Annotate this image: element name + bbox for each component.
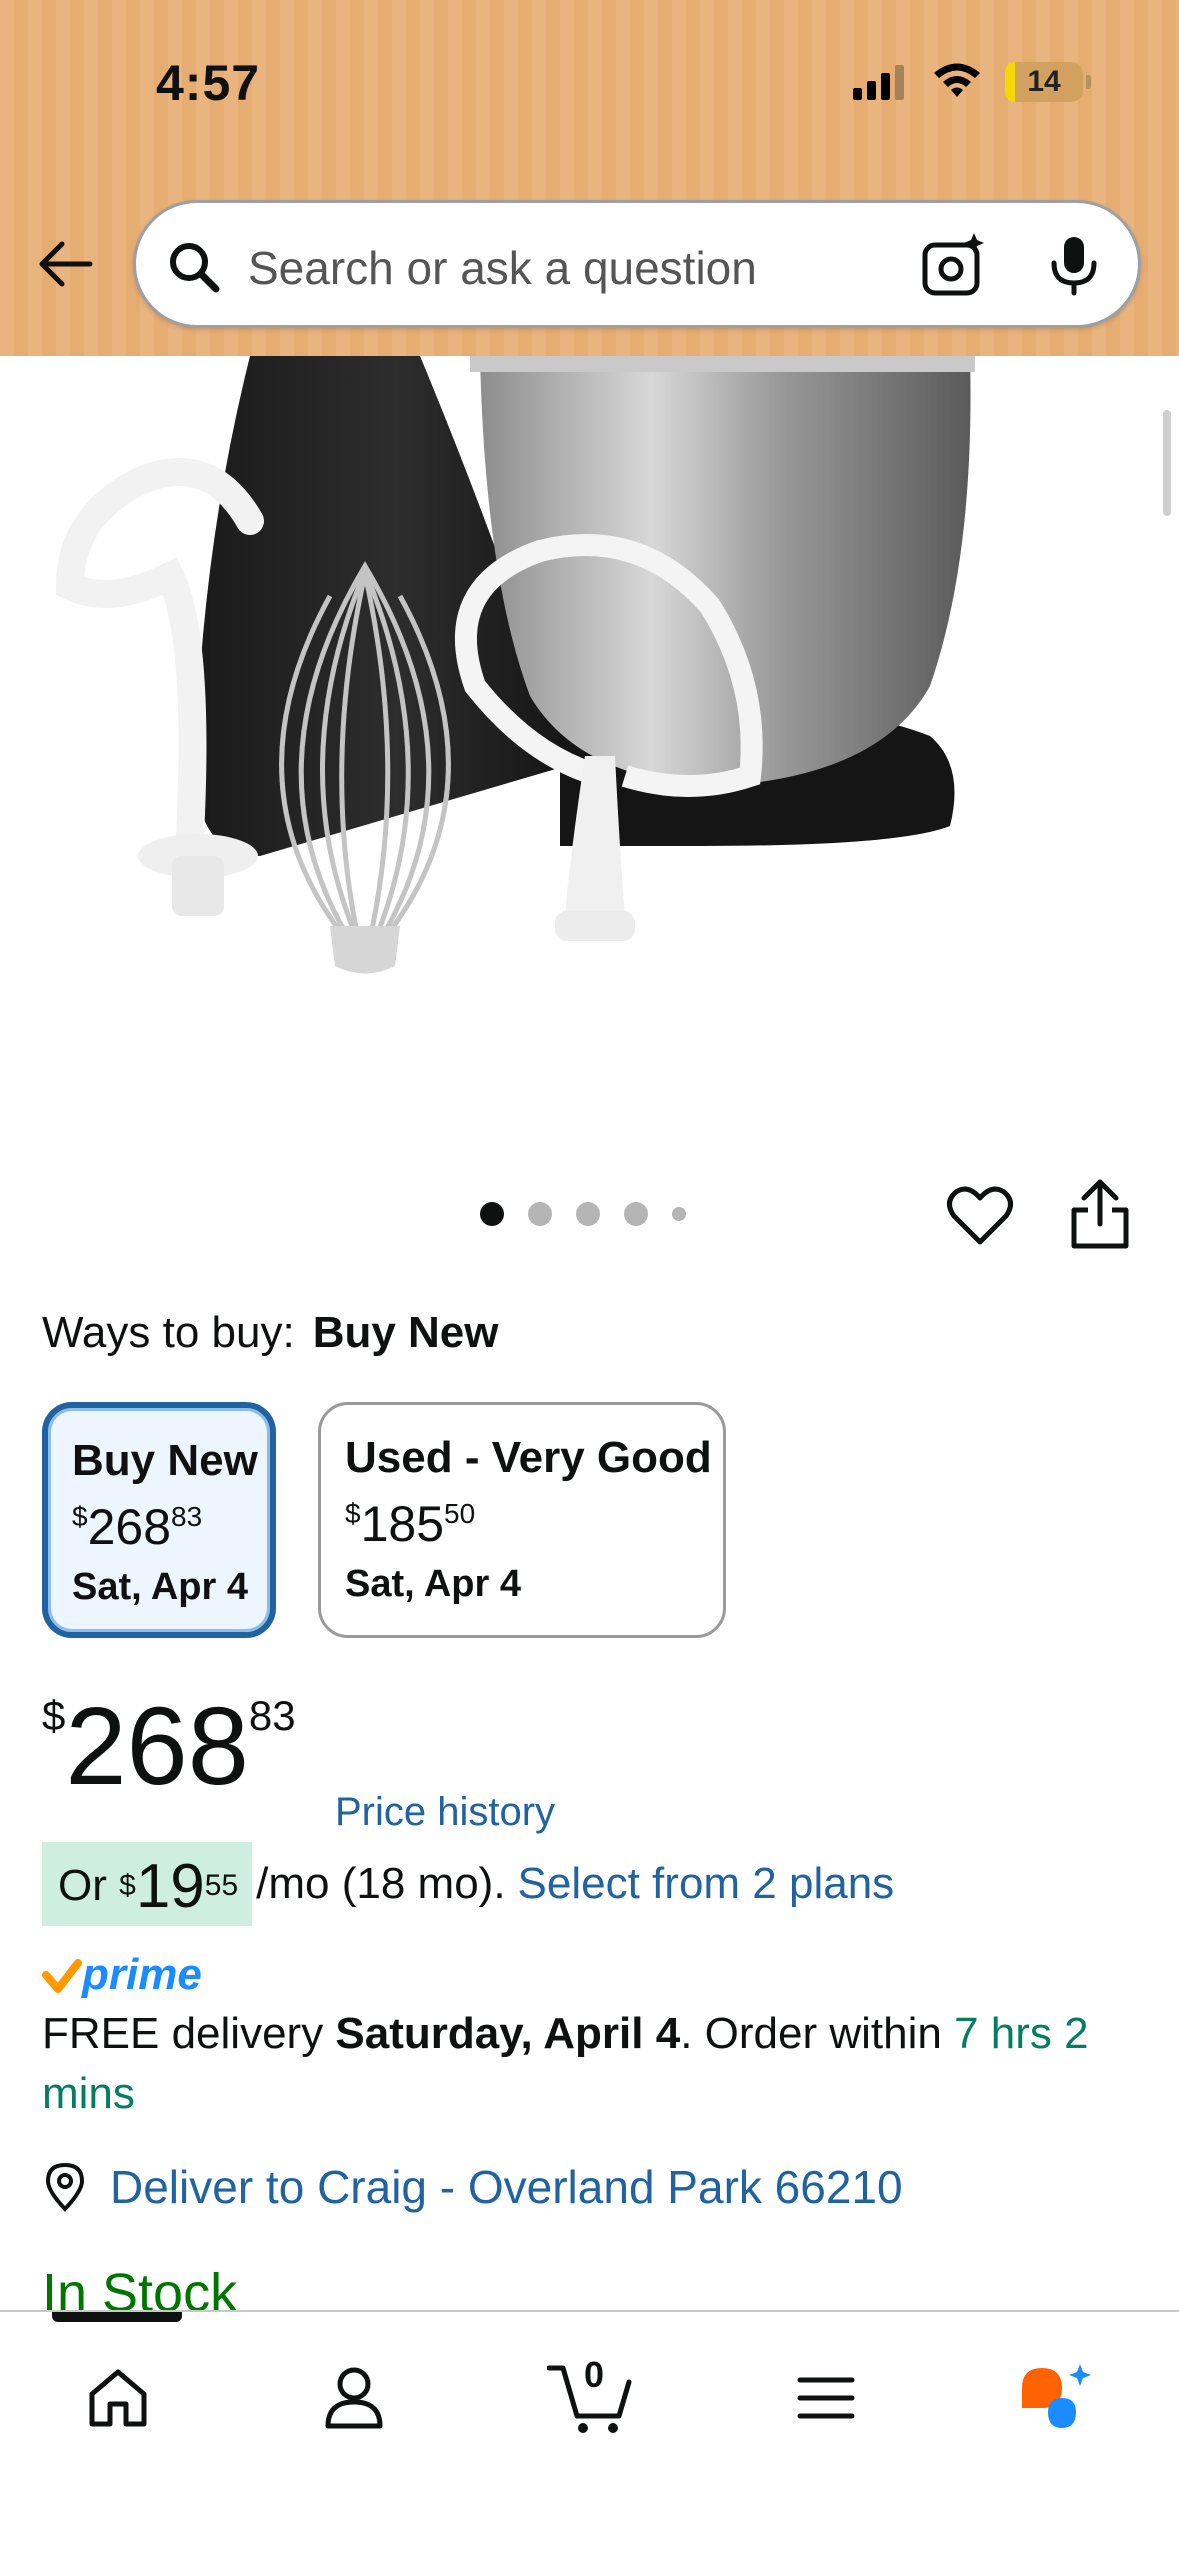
nav-rufus[interactable] xyxy=(1010,2350,1106,2446)
checkmark-icon xyxy=(42,1959,82,1993)
plan-term: /mo (18 mo). xyxy=(256,1859,506,1908)
active-tab-indicator xyxy=(52,2312,182,2322)
cart-count: 0 xyxy=(584,2354,605,2395)
delivery-info: FREE delivery Saturday, April 4. Order w… xyxy=(42,2009,1089,2118)
carousel-dot[interactable] xyxy=(528,1202,552,1226)
option-price: $26883 xyxy=(72,1499,203,1555)
search-bar[interactable]: Search or ask a question xyxy=(133,200,1141,328)
location-pin-icon xyxy=(45,2162,85,2212)
bottom-navigation: 0 xyxy=(0,2310,1179,2556)
monthly-price-badge: Or $19 55 xyxy=(42,1842,253,1926)
option-price: $18550 xyxy=(345,1496,476,1552)
home-icon xyxy=(89,2369,147,2427)
option-title: Buy New xyxy=(72,1436,258,1485)
search-icon xyxy=(170,243,220,293)
battery-level: 14 xyxy=(1027,65,1061,98)
heart-icon[interactable] xyxy=(946,1182,1014,1250)
wifi-icon xyxy=(934,63,980,97)
option-date: Sat, Apr 4 xyxy=(72,1566,248,1608)
used-very-good-option[interactable]: Used - Very Good $18550 Sat, Apr 4 xyxy=(318,1402,726,1638)
product-price: $26883 xyxy=(42,1685,296,1808)
nav-cart[interactable]: 0 xyxy=(542,2350,638,2446)
deliver-to-address[interactable]: Deliver to Craig - Overland Park 66210 xyxy=(110,2160,903,2214)
back-arrow-icon[interactable] xyxy=(34,232,98,296)
carousel-dot[interactable] xyxy=(624,1202,648,1226)
price-history-link[interactable]: Price history xyxy=(335,1790,555,1835)
deliver-to-link[interactable]: Deliver to Craig - Overland Park 66210 xyxy=(42,2160,903,2214)
ways-to-buy-label: Ways to buy: xyxy=(42,1308,295,1357)
product-image[interactable] xyxy=(0,356,1179,1116)
nav-home[interactable] xyxy=(70,2350,166,2446)
user-icon xyxy=(325,2367,383,2429)
carousel-dot[interactable] xyxy=(480,1202,504,1226)
header: 4:57 14 Search or ask a question xyxy=(0,0,1179,356)
image-carousel-dots[interactable] xyxy=(480,1202,686,1226)
carousel-dot[interactable] xyxy=(576,1202,600,1226)
battery-indicator: 14 xyxy=(1005,62,1091,102)
nav-account[interactable] xyxy=(306,2350,402,2446)
select-plans-link[interactable]: Select from 2 plans xyxy=(518,1859,895,1909)
nav-menu[interactable] xyxy=(778,2350,874,2446)
prime-logo: prime xyxy=(42,1950,202,2000)
camera-lens-icon[interactable] xyxy=(920,231,988,299)
ways-to-buy: Ways to buy: Buy New xyxy=(42,1308,499,1358)
prime-label: prime xyxy=(82,1950,202,1999)
status-icons: 14 xyxy=(853,62,1091,102)
search-input[interactable]: Search or ask a question xyxy=(248,241,757,295)
scroll-indicator[interactable] xyxy=(1163,410,1171,516)
carousel-dot[interactable] xyxy=(672,1207,686,1221)
microphone-icon[interactable] xyxy=(1040,231,1108,299)
status-time: 4:57 xyxy=(156,55,261,111)
ai-assistant-icon xyxy=(1022,2364,1091,2428)
option-title: Used - Very Good xyxy=(345,1433,712,1482)
payment-plan: Or $19 55 /mo (18 mo). Select from 2 plan… xyxy=(42,1842,894,1926)
ways-to-buy-selected: Buy New xyxy=(312,1308,499,1357)
product-page: 4:57 14 Search or ask a question Ways to… xyxy=(0,0,1179,2556)
menu-icon xyxy=(797,2377,855,2419)
buy-new-option[interactable]: Buy New $26883 Sat, Apr 4 xyxy=(42,1402,276,1638)
share-icon[interactable] xyxy=(1068,1178,1132,1250)
cellular-signal-icon xyxy=(853,65,904,100)
option-date: Sat, Apr 4 xyxy=(345,1563,521,1605)
